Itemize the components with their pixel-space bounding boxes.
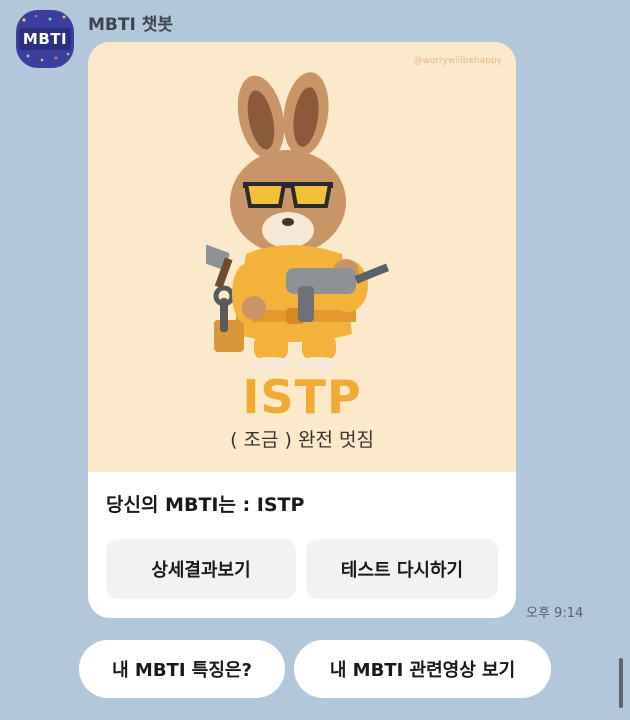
quick-reply-my-traits[interactable]: 내 MBTI 특징은?	[79, 640, 285, 698]
message-card: @worrywillbehappy ISTP (조금) 완전 멋짐 당신의 …	[88, 42, 516, 618]
message-timestamp: 오후 9:14	[526, 606, 584, 621]
watermark: @worrywillbehappy	[413, 56, 502, 66]
scrollbar[interactable]	[619, 658, 623, 708]
view-detail-button[interactable]: 상세결과보기	[106, 539, 296, 599]
avatar-label: MBTI	[18, 28, 72, 50]
sender-name: MBTI 챗봇	[88, 15, 173, 35]
quick-reply-related-video[interactable]: 내 MBTI 관련영상 보기	[294, 640, 551, 698]
chatbot-avatar-icon[interactable]: MBTI	[16, 10, 74, 68]
result-text: 당신의 MBTI는 : ISTP	[106, 494, 305, 516]
retry-test-button[interactable]: 테스트 다시하기	[306, 539, 498, 599]
rabbit-illustration	[206, 72, 390, 371]
mbti-type-subtitle: ( 조금 ) 완전 멋짐	[230, 429, 374, 451]
card-image: @worrywillbehappy ISTP (조금) 완전 멋짐	[88, 42, 516, 472]
mbti-type-title: ISTP	[242, 370, 362, 424]
